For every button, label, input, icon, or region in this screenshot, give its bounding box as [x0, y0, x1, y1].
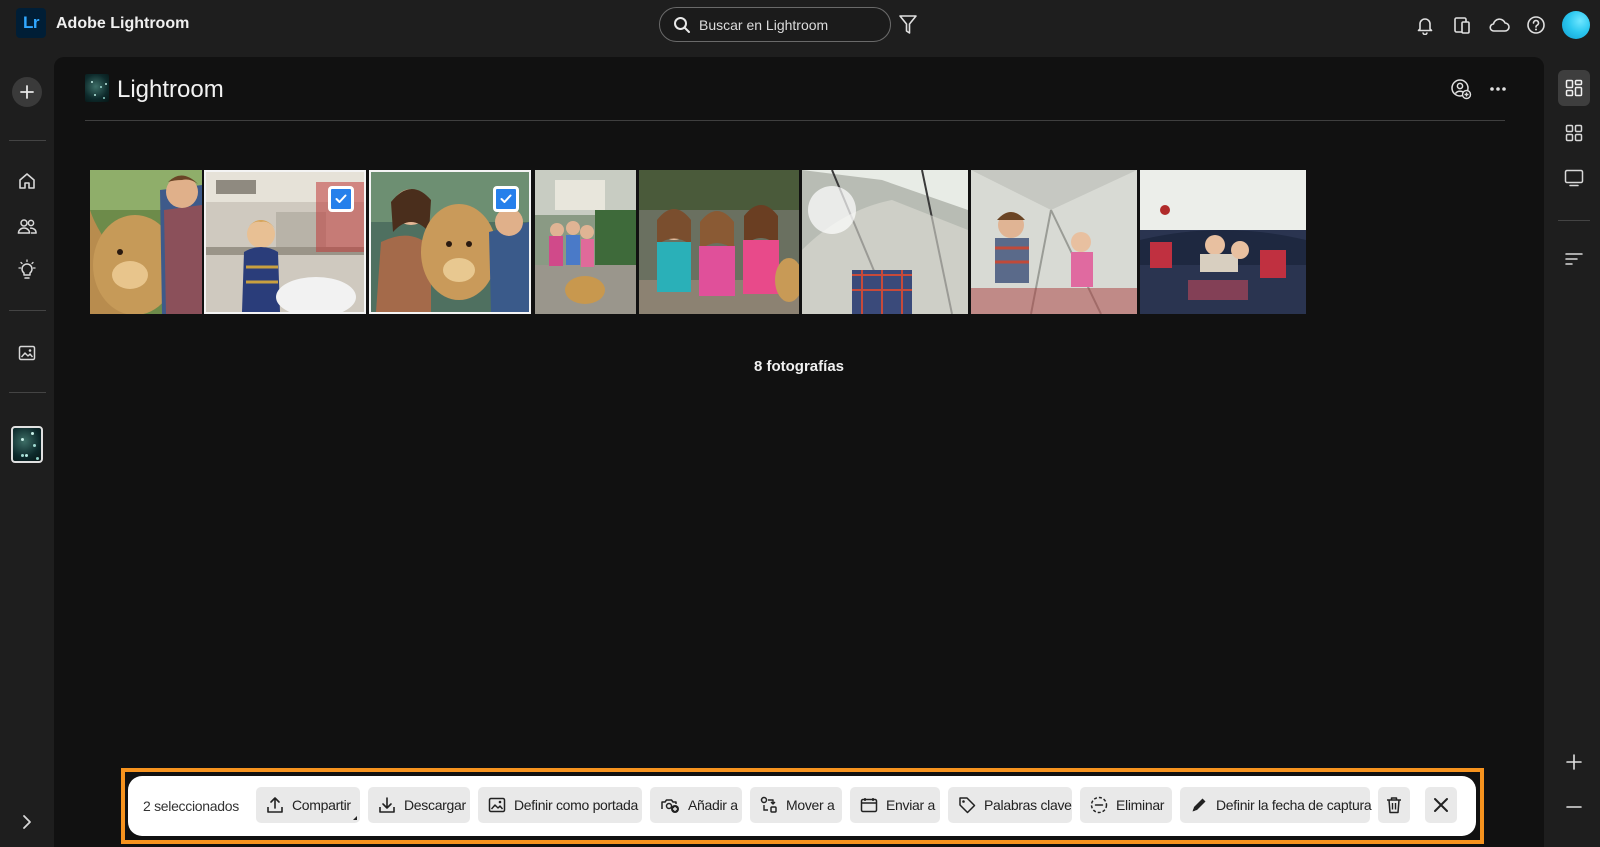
move-to-label: Mover a	[786, 797, 835, 813]
more-icon[interactable]	[1486, 77, 1510, 101]
dropdown-indicator	[353, 816, 357, 820]
divider	[9, 310, 46, 311]
close-icon	[1434, 798, 1448, 812]
add-to-label: Añadir a	[688, 797, 738, 813]
grid-view-button[interactable]	[1558, 70, 1590, 106]
send-to-button[interactable]: Enviar a	[850, 787, 940, 823]
add-to-button[interactable]: Añadir a	[650, 787, 742, 823]
set-cover-button[interactable]: Definir como portada	[478, 787, 642, 823]
download-icon	[379, 797, 395, 813]
divider	[9, 140, 46, 141]
selection-count: 2 seleccionados	[143, 798, 239, 814]
search-input[interactable]	[699, 16, 869, 33]
share-button[interactable]: Compartir	[256, 787, 360, 823]
close-selection-button[interactable]	[1425, 787, 1457, 823]
filter-icon[interactable]	[898, 14, 918, 36]
tag-icon	[959, 797, 976, 814]
app-title: Adobe Lightroom	[56, 15, 190, 32]
search-icon	[674, 16, 690, 33]
divider	[9, 392, 46, 393]
photo-girls-with-dog-on-steps[interactable]	[535, 170, 636, 314]
avatar[interactable]	[1562, 11, 1590, 39]
home-icon[interactable]	[16, 170, 38, 192]
selection-action-bar: 2 seleccionados Compartir Descargar Defi…	[128, 776, 1476, 836]
square-grid-icon[interactable]	[1560, 119, 1588, 147]
set-capture-date-button[interactable]: Definir la fecha de captura	[1180, 787, 1372, 823]
top-bar: Lr Adobe Lightroom	[0, 0, 1600, 52]
people-icon[interactable]	[16, 215, 38, 237]
upload-icon	[267, 797, 283, 813]
zoom-in-icon[interactable]	[1560, 748, 1588, 776]
trash-icon	[1387, 797, 1401, 814]
zoom-out-icon[interactable]	[1560, 793, 1588, 821]
detail-view-icon[interactable]	[1560, 164, 1588, 192]
set-capture-date-label: Definir la fecha de captura	[1216, 797, 1372, 813]
photo-tent-from-inside[interactable]	[802, 170, 968, 314]
right-rail	[1544, 52, 1600, 847]
search-bar[interactable]	[659, 7, 891, 42]
keywords-label: Palabras clave	[984, 797, 1072, 813]
checkbox-selected[interactable]	[493, 186, 519, 212]
checkmark-icon	[335, 194, 347, 203]
image-icon	[488, 797, 506, 813]
lightbulb-icon[interactable]	[16, 259, 38, 281]
grid-view-icon	[1565, 79, 1583, 97]
delete-button[interactable]	[1378, 787, 1410, 823]
bell-icon[interactable]	[1414, 14, 1436, 36]
send-icon	[860, 798, 878, 813]
checkbox-selected[interactable]	[328, 186, 354, 212]
header-divider	[85, 120, 1505, 121]
photo-kids-in-tent[interactable]	[971, 170, 1137, 314]
photo-three-girls-smiling[interactable]	[639, 170, 799, 314]
page-title: Lightroom	[117, 76, 224, 103]
photo-kids-on-sofa[interactable]	[1140, 170, 1306, 314]
divider	[1558, 220, 1590, 221]
plus-icon	[20, 85, 34, 99]
download-button[interactable]: Descargar	[368, 787, 470, 823]
move-icon	[760, 796, 777, 813]
add-photos-button[interactable]	[12, 77, 42, 107]
remove-label: Eliminar	[1116, 797, 1165, 813]
photo-girl-boy-golden-retriever[interactable]	[369, 170, 531, 314]
add-to-album-icon	[661, 799, 679, 813]
help-icon[interactable]	[1525, 14, 1547, 36]
checkmark-icon	[500, 194, 512, 203]
left-rail	[0, 52, 54, 847]
remove-icon	[1090, 796, 1108, 814]
photo-boy-with-dog[interactable]	[90, 170, 202, 314]
pencil-icon	[1192, 798, 1206, 812]
album-lightroom-thumbnail[interactable]	[11, 426, 43, 463]
devices-icon[interactable]	[1451, 14, 1473, 36]
move-to-button[interactable]: Mover a	[750, 787, 842, 823]
lightroom-logo[interactable]: Lr	[16, 8, 46, 38]
share-person-icon[interactable]	[1449, 77, 1473, 101]
share-label: Compartir	[292, 797, 351, 813]
send-to-label: Enviar a	[886, 797, 935, 813]
album-cover-icon	[85, 74, 109, 102]
photo-icon[interactable]	[16, 342, 38, 364]
photo-boy-in-kitchen[interactable]	[204, 170, 366, 314]
set-cover-label: Definir como portada	[514, 797, 638, 813]
sort-icon[interactable]	[1560, 245, 1588, 273]
photo-count: 8 fotografías	[753, 358, 844, 375]
remove-button[interactable]: Eliminar	[1080, 787, 1172, 823]
main-panel: Lightroom 8 fotografías	[54, 57, 1544, 847]
chevron-right-icon[interactable]	[20, 814, 34, 830]
keywords-button[interactable]: Palabras clave	[948, 787, 1072, 823]
download-label: Descargar	[404, 797, 466, 813]
cloud-icon[interactable]	[1488, 14, 1510, 36]
